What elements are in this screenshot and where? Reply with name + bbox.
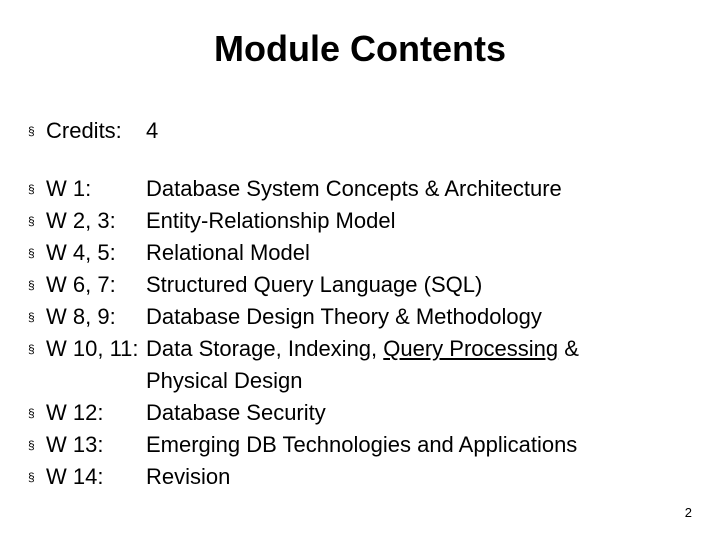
bullet-icon: § (28, 238, 46, 268)
slide: Module Contents § Credits: 4 §W 1:Databa… (0, 0, 720, 540)
bullet-icon: § (28, 270, 46, 300)
schedule-row: §W 13:Emerging DB Technologies and Appli… (28, 430, 692, 460)
schedule-row: §W 4, 5:Relational Model (28, 238, 692, 268)
schedule-row: §W 14:Revision (28, 462, 692, 492)
schedule-row: §W 10, 11:Data Storage, Indexing, Query … (28, 334, 692, 364)
bullet-icon: § (28, 334, 46, 364)
bullet-icon: § (28, 206, 46, 236)
credits-row: § Credits: 4 (28, 116, 692, 146)
week-desc: Emerging DB Technologies and Application… (142, 430, 692, 460)
content-area: § Credits: 4 §W 1:Database System Concep… (28, 116, 692, 492)
week-label: W 6, 7: (46, 270, 142, 300)
week-label: W 14: (46, 462, 142, 492)
week-label: W 1: (46, 174, 142, 204)
slide-title: Module Contents (28, 28, 692, 70)
week-desc: Database Design Theory & Methodology (142, 302, 692, 332)
credits-value: 4 (142, 116, 692, 146)
schedule-row: Physical Design (28, 366, 692, 396)
week-label: W 13: (46, 430, 142, 460)
bullet-icon: § (28, 116, 46, 146)
week-label: W 2, 3: (46, 206, 142, 236)
schedule-row: §W 8, 9:Database Design Theory & Methodo… (28, 302, 692, 332)
week-desc: Data Storage, Indexing, Query Processing… (142, 334, 692, 364)
week-desc: Relational Model (142, 238, 692, 268)
week-desc: Structured Query Language (SQL) (142, 270, 692, 300)
page-number: 2 (685, 505, 692, 520)
credits-label: Credits: (46, 116, 142, 146)
bullet-icon: § (28, 430, 46, 460)
bullet-icon: § (28, 398, 46, 428)
bullet-icon: § (28, 462, 46, 492)
week-label: W 8, 9: (46, 302, 142, 332)
schedule-row: §W 12:Database Security (28, 398, 692, 428)
bullet-icon: § (28, 302, 46, 332)
week-desc: Entity-Relationship Model (142, 206, 692, 236)
schedule-row: §W 2, 3:Entity-Relationship Model (28, 206, 692, 236)
week-label: W 4, 5: (46, 238, 142, 268)
week-desc: Physical Design (142, 366, 692, 396)
schedule-row: §W 1:Database System Concepts & Architec… (28, 174, 692, 204)
schedule-row: §W 6, 7:Structured Query Language (SQL) (28, 270, 692, 300)
week-desc: Database System Concepts & Architecture (142, 174, 692, 204)
week-label: W 10, 11: (46, 334, 142, 364)
week-desc: Database Security (142, 398, 692, 428)
week-desc: Revision (142, 462, 692, 492)
week-label: W 12: (46, 398, 142, 428)
bullet-icon: § (28, 174, 46, 204)
